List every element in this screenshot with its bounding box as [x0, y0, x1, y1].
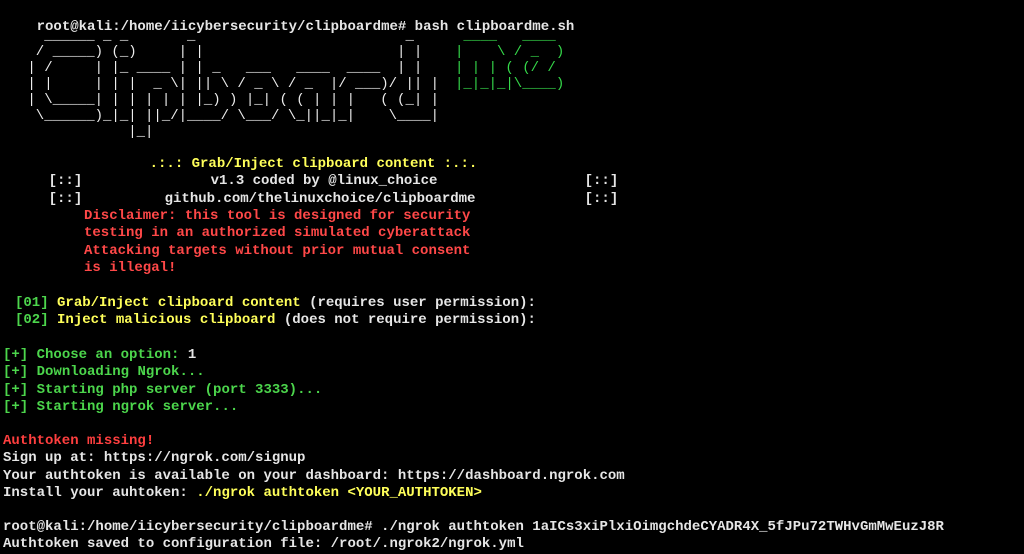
- status-line: [+] Starting php server (port 3333)...: [3, 381, 323, 398]
- disclaimer-line: Attacking targets without prior mutual c…: [84, 242, 471, 259]
- version-bracket-right: [::]: [584, 173, 619, 190]
- install-text: Install your auhtoken: ./ngrok authtoken…: [3, 484, 482, 501]
- command-prompt-line[interactable]: root@kali:/home/iicybersecurity/clipboar…: [3, 519, 944, 536]
- status-line: [+] Choose an option: 1: [3, 347, 197, 363]
- github-bracket-right: [::]: [584, 191, 619, 208]
- final-output: root@kali:/home/iicybersecurity/clipboar…: [3, 519, 944, 554]
- status-line: [+] Starting ngrok server...: [3, 398, 239, 415]
- command-prompt-line: root@kali:/home/iicybersecurity/clipboar…: [3, 2, 575, 35]
- menu-option-01[interactable]: [01] Grab/Inject clipboard content (requ…: [15, 295, 536, 312]
- banner-clipboard-art: ______ _ _ _ _ / _____) (_) | | | | | / …: [27, 28, 440, 140]
- install-command: ./ngrok authtoken <YOUR_AUTHTOKEN>: [196, 484, 482, 501]
- version-line: [::]: [15, 156, 83, 189]
- ngrok-messages: Authtoken missing! Sign up at: https://n…: [3, 433, 625, 502]
- banner-me-art: ____ ____ | \ / _ ) | | | ( (/ / |_|_|_|…: [455, 28, 565, 92]
- saved-text: Authtoken saved to configuration file: /…: [3, 536, 524, 553]
- tagline: .:.: Grab/Inject clipboard content :.:.: [149, 156, 478, 173]
- disclaimer-block: Disclaimer: this tool is designed for se…: [84, 208, 470, 277]
- ascii-banner: ______ _ _ _ _ / _____) (_) | | | | | / …: [3, 18, 623, 146]
- menu-option-02[interactable]: [02] Inject malicious clipboard (does no…: [15, 312, 536, 329]
- terminal-window[interactable]: root@kali:/home/iicybersecurity/clipboar…: [3, 0, 1023, 554]
- disclaimer-line: Disclaimer: this tool is designed for se…: [84, 208, 471, 224]
- dashboard-text: Your authtoken is available on your dash…: [3, 467, 625, 484]
- status-log: [+] Choose an option: 1 [+] Downloading …: [3, 347, 322, 416]
- disclaimer-line: is illegal!: [84, 259, 177, 276]
- auth-missing-text: Authtoken missing!: [3, 433, 155, 449]
- status-line: [+] Downloading Ngrok...: [3, 364, 205, 381]
- signup-text: Sign up at: https://ngrok.com/signup: [3, 450, 306, 467]
- github-bracket-left: [::]: [48, 191, 83, 208]
- github-link[interactable]: github.com/thelinuxchoice/clipboardme: [131, 174, 476, 207]
- disclaimer-line: testing in an authorized simulated cyber…: [84, 225, 471, 242]
- options-menu: [01] Grab/Inject clipboard content (requ…: [15, 295, 536, 330]
- version-text: v1.3 coded by @linux_choice: [210, 173, 438, 190]
